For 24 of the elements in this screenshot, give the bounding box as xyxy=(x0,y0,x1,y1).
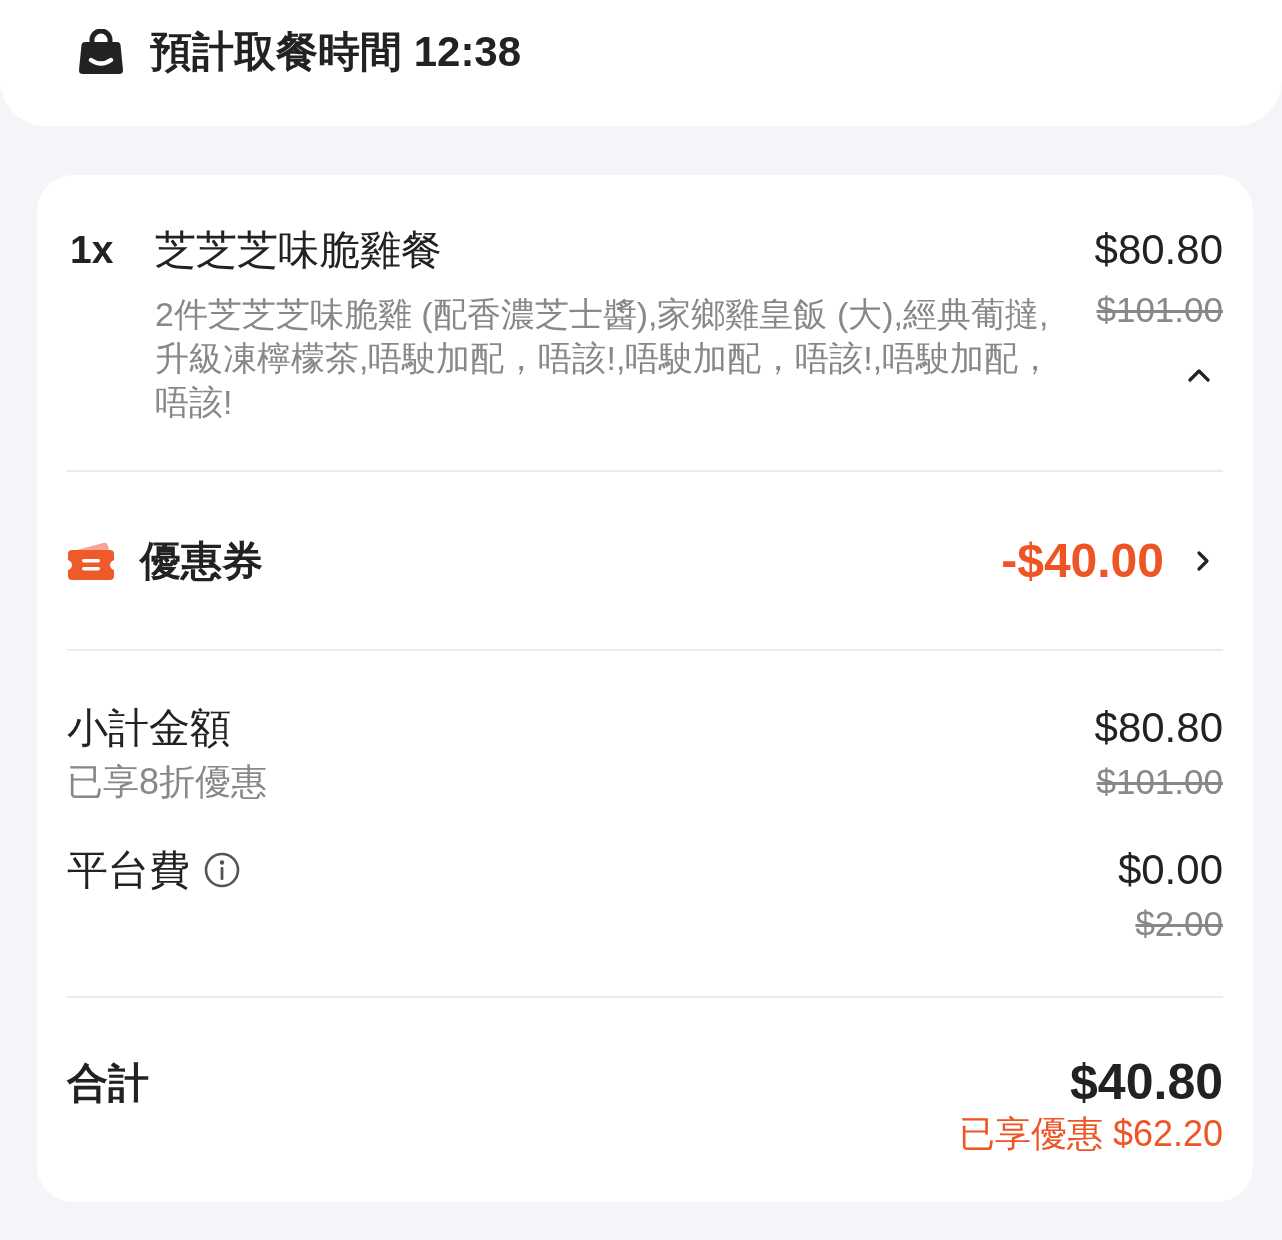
pickup-time-title: 預計取餐時間 12:38 xyxy=(150,27,522,77)
summary-price: $80.80 xyxy=(1094,703,1223,753)
coupon-discount: -$40.00 xyxy=(1001,532,1164,589)
chevron-icon[interactable] xyxy=(1187,368,1211,382)
shopping-bag-icon xyxy=(78,29,124,75)
coupon-row[interactable]: 優惠券 -$40.00 xyxy=(67,472,1223,649)
summary-label: 平台費 xyxy=(67,846,190,895)
item-price: $80.80 xyxy=(1094,225,1223,275)
item-description: 2件芝芝芝味脆雞 (配香濃芝士醬),家鄉雞皇飯 (大),經典葡撻,升級凍檸檬茶,唔駛加配，唔該!,唔駛加配，唔該!,唔駛加配，唔該! xyxy=(155,294,1054,423)
item-name: 芝芝芝味脆雞餐 xyxy=(155,226,442,275)
total-amount: $40.80 xyxy=(1070,1054,1223,1110)
item-quantity: 1x xyxy=(69,227,115,273)
summary-original-price: $2.00 xyxy=(1135,903,1223,945)
summary-note: 已享8折優惠 xyxy=(67,760,268,804)
total-label: 合計 xyxy=(67,1059,149,1108)
summary-original-price: $101.00 xyxy=(1096,761,1223,803)
info-icon[interactable] xyxy=(204,852,240,888)
chevron-right-icon xyxy=(1196,548,1210,573)
summary-price: $0.00 xyxy=(1117,845,1223,895)
summary-label: 小計金額 xyxy=(67,704,231,753)
coupon-label: 優惠券 xyxy=(140,536,263,586)
coupon-ticket-icon xyxy=(67,540,115,581)
savings-text: 已享優惠 $62.20 xyxy=(958,1112,1223,1156)
item-original-price: $101.00 xyxy=(1096,289,1223,331)
